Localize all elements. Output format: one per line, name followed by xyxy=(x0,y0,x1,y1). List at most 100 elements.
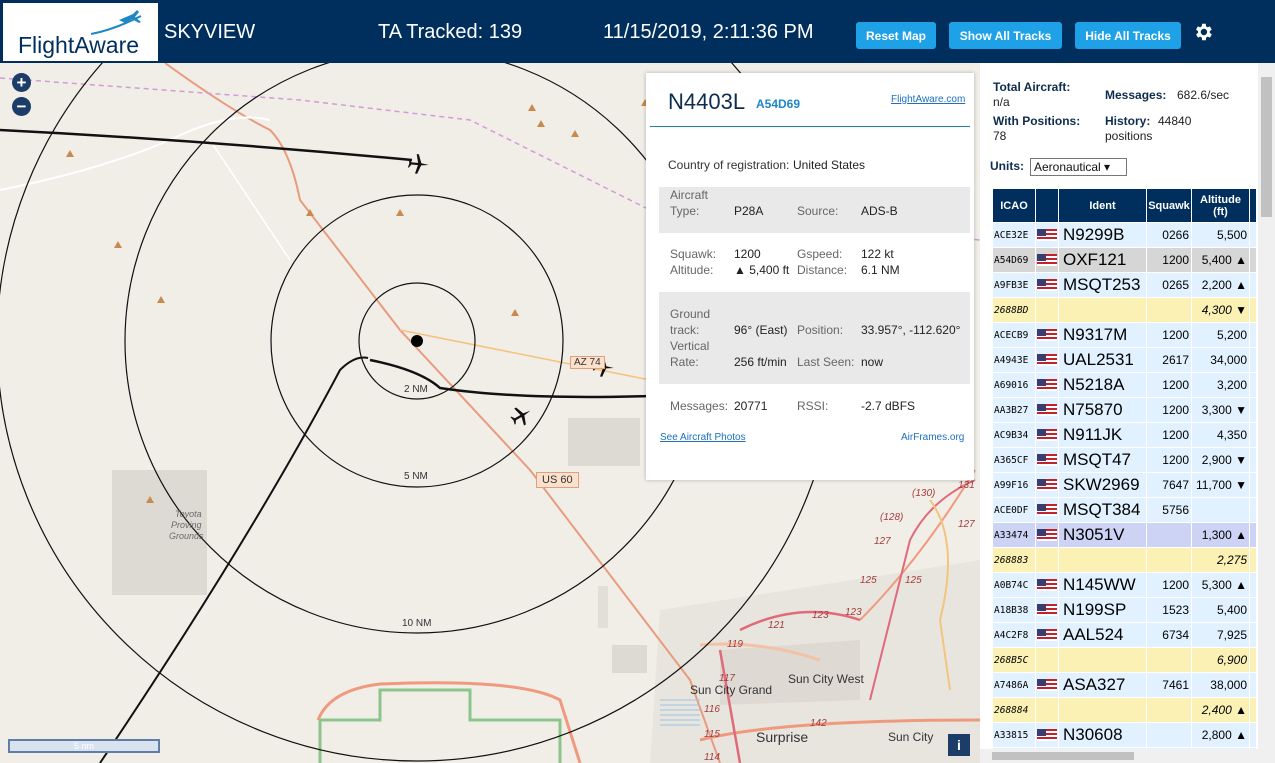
extra-cell xyxy=(1249,647,1257,673)
squawk-cell xyxy=(1146,697,1192,723)
squawk-cell: 1200 xyxy=(1146,247,1192,273)
icao-cell: 2688BD xyxy=(992,297,1036,323)
extra-cell xyxy=(1249,347,1257,373)
altitude-cell: 2,900 ▼ xyxy=(1191,447,1250,473)
table-row[interactable]: A0B74C N145WW 1200 5,300 ▲ xyxy=(992,572,1257,598)
extra-cell xyxy=(1249,672,1257,698)
icao-cell: A7486A xyxy=(992,672,1036,698)
squawk-cell: 1200 xyxy=(1146,447,1192,473)
flag-cell xyxy=(1035,722,1059,748)
altitude-header-unit: (ft) xyxy=(1213,205,1228,218)
country-value: United States xyxy=(793,158,866,172)
column-header-flag[interactable] xyxy=(1035,188,1059,223)
vertical-scrollbar[interactable] xyxy=(1258,63,1275,763)
table-row[interactable]: AA3B27 N75870 1200 3,300 ▼ xyxy=(992,397,1257,423)
squawk-cell xyxy=(1146,722,1192,748)
flag-cell xyxy=(1035,622,1059,648)
horizontal-scrollbar[interactable] xyxy=(980,749,1258,763)
table-row[interactable]: ACE32E N9299B 0266 5,500 xyxy=(992,222,1257,248)
total-aircraft-value: n/a xyxy=(993,95,1010,109)
info-band xyxy=(659,292,970,384)
squawk-cell: 6734 xyxy=(1146,622,1192,648)
table-row[interactable]: 268884 2,400 ▲ xyxy=(992,697,1257,723)
reset-map-button[interactable]: Reset Map xyxy=(856,22,936,49)
type-label: Aircraft xyxy=(670,188,709,202)
squawk-cell: 2617 xyxy=(1146,347,1192,373)
us-flag-icon xyxy=(1037,629,1057,642)
info-button[interactable]: i xyxy=(948,734,970,756)
extra-cell xyxy=(1249,297,1257,323)
ident-cell xyxy=(1058,647,1147,673)
scrollbar-thumb[interactable] xyxy=(1261,77,1272,217)
aircraft-photos-link[interactable]: See Aircraft Photos xyxy=(660,432,746,443)
table-row[interactable]: A7486A ASA327 7461 38,000 xyxy=(992,672,1257,698)
messages-rate-value: 682.6/sec xyxy=(1177,88,1230,102)
flag-cell xyxy=(1035,297,1059,323)
squawk-cell xyxy=(1146,547,1192,573)
icao-cell: A69016 xyxy=(992,372,1036,398)
hide-all-tracks-button[interactable]: Hide All Tracks xyxy=(1075,22,1181,49)
column-header-ident[interactable]: Ident xyxy=(1058,188,1147,223)
zoom-in-button[interactable]: + xyxy=(12,73,31,92)
table-row[interactable]: ACECB9 N9317M 1200 5,200 xyxy=(992,322,1257,348)
extra-cell xyxy=(1249,697,1257,723)
flag-cell xyxy=(1035,472,1059,498)
table-row[interactable]: AC9B34 N911JK 1200 4,350 xyxy=(992,422,1257,448)
show-all-tracks-button[interactable]: Show All Tracks xyxy=(949,22,1062,49)
squawk-label: Squawk: xyxy=(670,247,717,261)
airframes-link[interactable]: AirFrames.org xyxy=(901,432,964,443)
table-row[interactable]: 2688BD 4,300 ▼ xyxy=(992,297,1257,323)
table-row[interactable]: A69016 N5218A 1200 3,200 xyxy=(992,372,1257,398)
column-header-squawk[interactable]: Squawk xyxy=(1146,188,1192,223)
units-select[interactable]: Aeronautical ▾ xyxy=(1030,158,1127,176)
ground-track-label: Ground xyxy=(670,307,711,321)
route-number: 123 xyxy=(845,607,862,618)
icao-cell: A54D69 xyxy=(992,247,1036,273)
distance-value: 6.1 NM xyxy=(861,263,900,277)
table-row[interactable]: A54D69 OXF121 1200 5,400 ▲ xyxy=(992,247,1257,273)
altitude-cell: 2,800 ▲ xyxy=(1191,722,1250,748)
table-row[interactable]: 268B5C 6,900 xyxy=(992,647,1257,673)
column-header-altitude[interactable]: Altitude (ft) xyxy=(1191,188,1250,223)
us-flag-icon xyxy=(1037,679,1057,692)
table-row[interactable]: ACE0DF MSQT384 5756 xyxy=(992,497,1257,523)
altitude-cell: 4,300 ▼ xyxy=(1191,297,1250,323)
aircraft-icon[interactable] xyxy=(508,403,534,429)
gear-icon[interactable] xyxy=(1192,21,1214,43)
route-number: 142 xyxy=(810,718,827,729)
extra-cell xyxy=(1249,722,1257,748)
ident-cell: N9317M xyxy=(1058,322,1147,348)
ring-label-2nm: 2 NM xyxy=(404,384,428,395)
altitude-cell: 34,000 xyxy=(1191,347,1250,373)
table-row[interactable]: A365CF MSQT47 1200 2,900 ▼ xyxy=(992,447,1257,473)
column-header-icao[interactable]: ICAO xyxy=(992,188,1036,223)
table-row[interactable]: A18B38 N199SP 1523 5,400 xyxy=(992,597,1257,623)
altitude-value: ▲ 5,400 ft xyxy=(734,263,790,277)
icao-cell: AC9B34 xyxy=(992,422,1036,448)
table-row[interactable]: A4C2F8 AAL524 6734 7,925 xyxy=(992,622,1257,648)
table-row[interactable]: A33815 N30608 2,800 ▲ xyxy=(992,722,1257,748)
table-row[interactable]: 268883 2,275 xyxy=(992,547,1257,573)
table-row[interactable]: A33474 N3051V 1,300 ▲ xyxy=(992,522,1257,548)
extra-cell xyxy=(1249,547,1257,573)
history-label: History: xyxy=(1105,114,1151,128)
altitude-cell: 2,200 ▲ xyxy=(1191,272,1250,298)
scrollbar-thumb[interactable] xyxy=(992,752,1134,760)
us-flag-icon xyxy=(1037,404,1057,417)
aircraft-icon[interactable] xyxy=(405,151,431,177)
altitude-cell: 5,500 xyxy=(1191,222,1250,248)
aircraft-table: ICAO Ident Squawk Altitude (ft) ACE32E N92… xyxy=(992,188,1257,763)
app-name: SKYVIEW xyxy=(164,21,256,43)
gspeed-value: 122 kt xyxy=(861,247,894,261)
flightaware-logo[interactable]: FlightAware xyxy=(3,3,158,61)
table-row[interactable]: A99F16 SKW2969 7647 11,700 ▼ xyxy=(992,472,1257,498)
table-row[interactable]: A9FB3E MSQT253 0265 2,200 ▲ xyxy=(992,272,1257,298)
flightaware-link[interactable]: FlightAware.com xyxy=(891,94,965,105)
altitude-cell: 3,300 ▼ xyxy=(1191,397,1250,423)
icao-cell: A33474 xyxy=(992,522,1036,548)
zoom-out-button[interactable]: − xyxy=(12,97,31,116)
town-label: Sun City Grand xyxy=(690,683,773,697)
ring-label-5nm: 5 NM xyxy=(404,471,428,482)
table-row[interactable]: A4943E UAL2531 2617 34,000 xyxy=(992,347,1257,373)
squawk-cell: 0266 xyxy=(1146,222,1192,248)
